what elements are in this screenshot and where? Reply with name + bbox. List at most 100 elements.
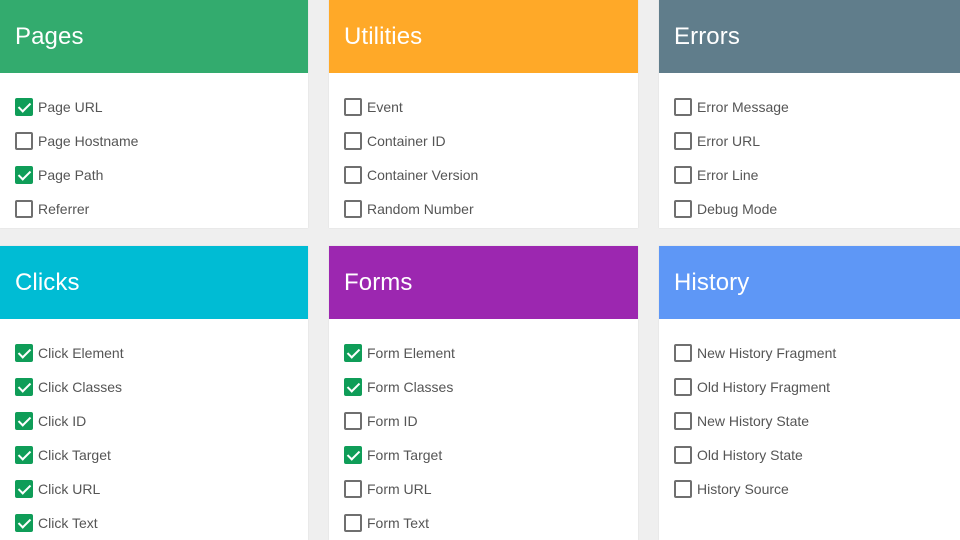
card-errors: Errors Error Message Error URL Error Lin… — [659, 0, 960, 228]
checkbox[interactable] — [344, 166, 362, 184]
card-header-errors: Errors — [659, 0, 960, 73]
list-item[interactable]: New History Fragment — [659, 336, 960, 370]
checkbox-label: Click Classes — [38, 379, 123, 395]
card-title: Errors — [674, 22, 740, 50]
checkbox[interactable] — [344, 480, 362, 498]
checkbox-checked[interactable] — [15, 166, 33, 184]
list-item[interactable]: Event — [329, 90, 638, 124]
checkbox-checked[interactable] — [15, 344, 33, 362]
checkbox-label: Container ID — [367, 133, 446, 149]
list-item[interactable]: Error URL — [659, 124, 960, 158]
checkbox-label: Error Message — [697, 99, 789, 115]
card-header-utilities: Utilities — [329, 0, 638, 73]
checkbox[interactable] — [674, 412, 692, 430]
checkbox-list: Error Message Error URL Error Line Debug… — [659, 73, 960, 226]
card-title: Clicks — [15, 268, 80, 296]
card-title: History — [674, 268, 750, 296]
checkbox[interactable] — [344, 412, 362, 430]
checkbox[interactable] — [674, 378, 692, 396]
checkbox[interactable] — [674, 200, 692, 218]
list-item[interactable]: Page Path — [0, 158, 308, 192]
card-title: Pages — [15, 22, 84, 50]
checkbox-label: Debug Mode — [697, 201, 778, 217]
checkbox[interactable] — [674, 446, 692, 464]
card-header-clicks: Clicks — [0, 246, 308, 319]
checkbox-label: Container Version — [367, 167, 479, 183]
list-item[interactable]: Debug Mode — [659, 192, 960, 226]
checkbox[interactable] — [344, 98, 362, 116]
list-item[interactable]: Form Target — [329, 438, 638, 472]
checkbox[interactable] — [15, 200, 33, 218]
checkbox[interactable] — [674, 98, 692, 116]
list-item[interactable]: Form URL — [329, 472, 638, 506]
list-item[interactable]: Container ID — [329, 124, 638, 158]
list-item[interactable]: Form Classes — [329, 370, 638, 404]
checkbox-label: Referrer — [38, 201, 90, 217]
checkbox-checked[interactable] — [15, 98, 33, 116]
list-item[interactable]: Click Target — [0, 438, 308, 472]
list-item[interactable]: Old History State — [659, 438, 960, 472]
checkbox[interactable] — [674, 166, 692, 184]
list-item[interactable]: Click ID — [0, 404, 308, 438]
checkbox-checked[interactable] — [344, 446, 362, 464]
checkbox[interactable] — [344, 514, 362, 532]
checkbox[interactable] — [15, 132, 33, 150]
checkbox-label: Click Target — [38, 447, 111, 463]
checkbox-checked[interactable] — [15, 378, 33, 396]
list-item[interactable]: Container Version — [329, 158, 638, 192]
card-clicks: Clicks Click Element Click Classes Click… — [0, 246, 308, 540]
checkbox-checked[interactable] — [15, 514, 33, 532]
list-item[interactable]: Old History Fragment — [659, 370, 960, 404]
checkbox-list: Page URL Page Hostname Page Path Referre… — [0, 73, 308, 226]
checkbox-checked[interactable] — [15, 412, 33, 430]
list-item[interactable]: Random Number — [329, 192, 638, 226]
list-item[interactable]: Click Classes — [0, 370, 308, 404]
checkbox-label: New History Fragment — [697, 345, 837, 361]
list-item[interactable]: Click URL — [0, 472, 308, 506]
list-item[interactable]: Page Hostname — [0, 124, 308, 158]
list-item[interactable]: Form Text — [329, 506, 638, 540]
checkbox-checked[interactable] — [344, 378, 362, 396]
checkbox-checked[interactable] — [15, 480, 33, 498]
list-item[interactable]: History Source — [659, 472, 960, 506]
checkbox[interactable] — [674, 344, 692, 362]
checkbox-label: Error Line — [697, 167, 759, 183]
checkbox-label: Old History Fragment — [697, 379, 831, 395]
checkbox-label: History Source — [697, 481, 789, 497]
checkbox-checked[interactable] — [344, 344, 362, 362]
checkbox-label: Page Hostname — [38, 133, 139, 149]
list-item[interactable]: Form Element — [329, 336, 638, 370]
checkbox-label: Random Number — [367, 201, 474, 217]
checkbox-label: Form Element — [367, 345, 455, 361]
checkbox-label: Error URL — [697, 133, 761, 149]
checkbox-label: Click ID — [38, 413, 87, 429]
card-title: Utilities — [344, 22, 423, 50]
list-item[interactable]: Form ID — [329, 404, 638, 438]
variables-grid: Pages Page URL Page Hostname Page Path R… — [0, 0, 960, 540]
checkbox[interactable] — [344, 200, 362, 218]
card-title: Forms — [344, 268, 413, 296]
list-item[interactable]: Referrer — [0, 192, 308, 226]
list-item[interactable]: Click Element — [0, 336, 308, 370]
checkbox-label: Old History State — [697, 447, 803, 463]
checkbox-list: New History Fragment Old History Fragmen… — [659, 319, 960, 506]
checkbox-label: Page Path — [38, 167, 104, 183]
checkbox-label: Form Target — [367, 447, 443, 463]
card-pages: Pages Page URL Page Hostname Page Path R… — [0, 0, 308, 228]
list-item[interactable]: Error Line — [659, 158, 960, 192]
list-item[interactable]: Error Message — [659, 90, 960, 124]
checkbox-checked[interactable] — [15, 446, 33, 464]
list-item[interactable]: Click Text — [0, 506, 308, 540]
checkbox-list: Form Element Form Classes Form ID Form T… — [329, 319, 638, 540]
list-item[interactable]: Page URL — [0, 90, 308, 124]
checkbox[interactable] — [674, 132, 692, 150]
checkbox-list: Click Element Click Classes Click ID Cli… — [0, 319, 308, 540]
card-forms: Forms Form Element Form Classes Form ID … — [329, 246, 638, 540]
list-item[interactable]: New History State — [659, 404, 960, 438]
checkbox-label: Form Text — [367, 515, 429, 531]
checkbox-label: Click Text — [38, 515, 98, 531]
checkbox[interactable] — [344, 132, 362, 150]
checkbox[interactable] — [674, 480, 692, 498]
card-utilities: Utilities Event Container ID Container V… — [329, 0, 638, 228]
checkbox-label: Click Element — [38, 345, 124, 361]
